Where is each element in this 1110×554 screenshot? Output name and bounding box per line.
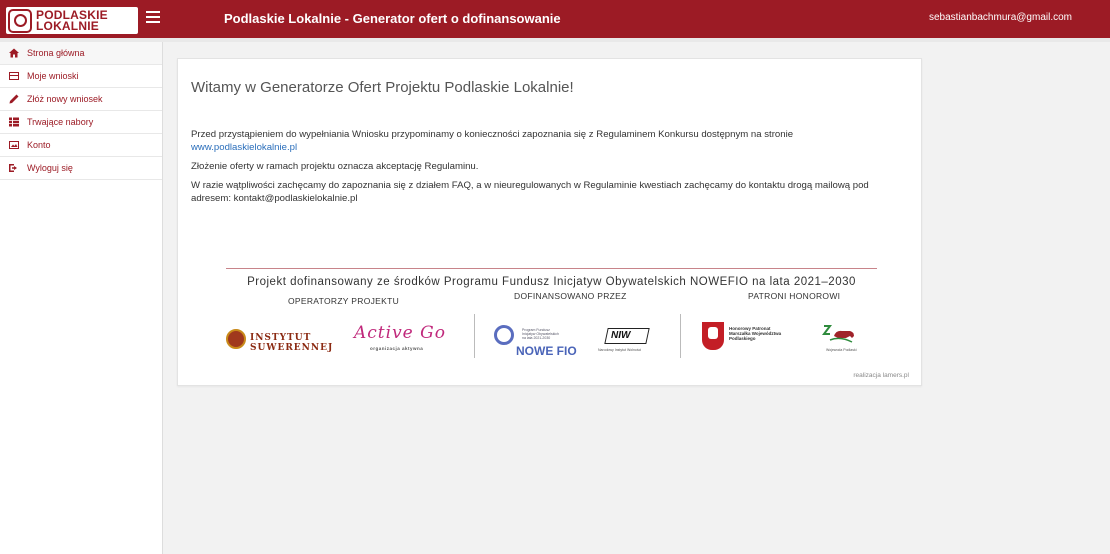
instytut-line2: SUWERENNEJ: [250, 343, 334, 353]
patrons-title: PATRONI HONOROWI: [748, 291, 841, 301]
sidebar: Strona główna Moje wnioski Złóż nowy wni…: [0, 42, 163, 554]
instytut-emblem-icon: [226, 329, 246, 349]
activego-subtitle: organizacja aktywna: [370, 346, 424, 351]
sponsor-section: Projekt dofinansowany ze środków Program…: [226, 268, 877, 368]
top-header: PODLASKIE LOKALNIE Podlaskie Lokalnie - …: [0, 0, 1110, 42]
instytut-logo: INSTYTUT SUWERENNEJ: [250, 333, 333, 353]
sidebar-item-home[interactable]: Strona główna: [0, 42, 162, 65]
sidebar-item-my-applications[interactable]: Moje wnioski: [0, 65, 162, 88]
operators-title: OPERATORZY PROJEKTU: [288, 296, 400, 306]
niw-subtitle: Narodowy Instytut Wolności: [598, 348, 642, 352]
sidebar-item-label: Konto: [27, 140, 51, 150]
niw-logo: NIW: [611, 330, 631, 341]
sidebar-item-new-application[interactable]: Złóż nowy wniosek: [0, 88, 162, 111]
sponsor-title: Projekt dofinansowany ze środków Program…: [247, 276, 856, 288]
header-bar: PODLASKIE LOKALNIE Podlaskie Lokalnie - …: [0, 0, 1110, 38]
contact-paragraph: W razie wątpliwości zachęcamy do zapozna…: [191, 180, 869, 204]
instytut-line1: INSTYTUT: [250, 333, 312, 343]
app-title: Podlaskie Lokalnie - Generator ofert o d…: [224, 11, 561, 26]
logo-line2: LOKALNIE: [36, 18, 99, 33]
user-email[interactable]: sebastianbachmura@gmail.com: [929, 12, 1072, 23]
inbox-icon: [8, 71, 19, 82]
activego-logo: Active Go: [354, 323, 446, 343]
hamburger-menu-icon[interactable]: [146, 11, 160, 25]
marshal-patronage-text: Honorowy Patronat Marszałka Województwa …: [729, 326, 782, 341]
fio-bulb-icon: [494, 325, 514, 345]
fio-program-text: Program Fundusz Inicjatyw Obywatelskich …: [522, 328, 559, 340]
list-icon: [8, 117, 19, 128]
sidebar-item-label: Trwające nabory: [27, 117, 94, 127]
page-title: Witamy w Generatorze Ofert Projektu Podl…: [191, 79, 574, 96]
sidebar-item-label: Złóż nowy wniosek: [27, 94, 103, 104]
sidebar-item-account[interactable]: Konto: [0, 134, 162, 157]
intro-text: Przed przystąpieniem do wypełniania Wnio…: [191, 128, 911, 211]
logo-mark-icon: [8, 8, 32, 33]
acceptance-paragraph: Złożenie oferty w ramach projektu oznacz…: [191, 161, 479, 172]
voivode-subtitle: Wojewoda Podlaski: [826, 348, 857, 352]
logo-divider: [474, 314, 475, 358]
website-link[interactable]: www.podlaskielokalnie.pl: [191, 142, 297, 153]
sponsor-logos: OPERATORZY PROJEKTU DOFINANSOWANO PRZEZ …: [226, 288, 877, 368]
logout-icon: [8, 163, 19, 174]
sidebar-item-label: Strona główna: [27, 48, 85, 58]
sidebar-item-label: Wyloguj się: [27, 163, 73, 173]
home-icon: [8, 48, 19, 59]
logo-text: PODLASKIE LOKALNIE: [36, 9, 108, 33]
credits-link[interactable]: realizacja lamers.pl: [853, 372, 909, 379]
logo-divider: [680, 314, 681, 358]
bison-logo-icon: [822, 325, 854, 343]
image-icon: [8, 140, 19, 151]
regulation-paragraph: Przed przystąpieniem do wypełniania Wnio…: [191, 128, 911, 154]
app-logo[interactable]: PODLASKIE LOKALNIE: [6, 7, 138, 34]
fio-logo: NOWE FIO: [516, 344, 577, 358]
sidebar-item-label: Moje wnioski: [27, 71, 79, 81]
sidebar-item-ongoing-calls[interactable]: Trwające nabory: [0, 111, 162, 134]
sidebar-item-logout[interactable]: Wyloguj się: [0, 157, 162, 180]
podlaskie-coat-of-arms-icon: [702, 322, 724, 350]
regulation-text: Przed przystąpieniem do wypełniania Wnio…: [191, 129, 794, 140]
funded-title: DOFINANSOWANO PRZEZ: [514, 291, 627, 301]
pencil-icon: [8, 94, 19, 105]
welcome-card: Witamy w Generatorze Ofert Projektu Podl…: [177, 58, 922, 386]
